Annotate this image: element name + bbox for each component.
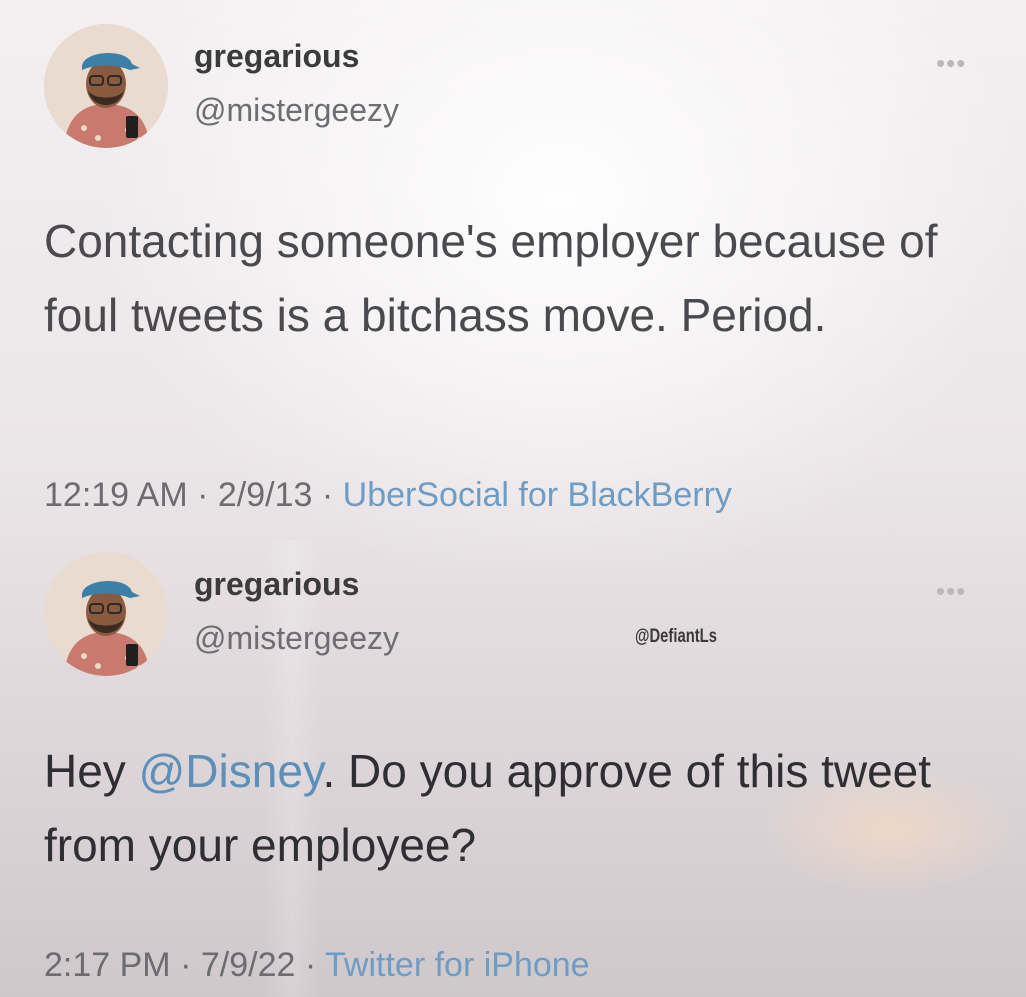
- avatar-image: [44, 552, 168, 676]
- display-name[interactable]: gregarious: [194, 38, 359, 75]
- meta-separator: ·: [321, 476, 334, 514]
- tweet-source-link[interactable]: UberSocial for BlackBerry: [343, 476, 732, 514]
- avatar[interactable]: [44, 552, 168, 676]
- avatar[interactable]: [44, 24, 168, 148]
- meta-separator: ·: [304, 946, 317, 984]
- meta-separator: ·: [197, 476, 209, 514]
- watermark-text: @DefiantLs: [635, 626, 717, 647]
- more-dots-icon[interactable]: •••: [936, 50, 966, 76]
- display-name[interactable]: gregarious: [194, 566, 359, 603]
- more-dots-icon[interactable]: •••: [936, 578, 966, 604]
- tweet-meta: 2:17 PM · 7/9/22 · Twitter for iPhone: [44, 946, 590, 985]
- user-handle[interactable]: @mistergeezy: [194, 620, 399, 657]
- tweet-date: 2/9/13: [217, 476, 313, 514]
- tweet-text-content: Contacting someone's employer because of…: [44, 215, 938, 341]
- meta-separator: ·: [180, 946, 192, 984]
- tweet-source-link[interactable]: Twitter for iPhone: [325, 946, 590, 984]
- tweet-meta: 12:19 AM · 2/9/13 · UberSocial for Black…: [44, 476, 732, 515]
- avatar-image: [44, 24, 168, 148]
- mention-link[interactable]: @Disney: [139, 745, 323, 797]
- tweet-date: 7/9/22: [200, 946, 296, 984]
- tweet-text: Contacting someone's employer because of…: [44, 204, 964, 352]
- tweet-text: Hey @Disney. Do you approve of this twee…: [44, 734, 964, 882]
- tweet-time: 2:17 PM: [44, 946, 171, 984]
- tweet-text-before: Hey: [44, 745, 139, 797]
- user-handle[interactable]: @mistergeezy: [194, 92, 399, 129]
- tweet-time: 12:19 AM: [44, 476, 188, 514]
